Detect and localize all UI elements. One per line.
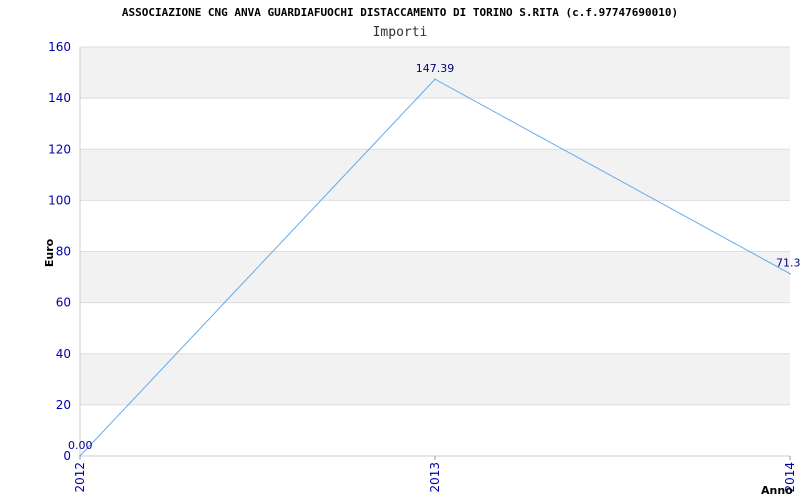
data-label: 0.00 (68, 439, 93, 452)
x-axis-title: Anno (761, 484, 793, 497)
y-tick-label: 140 (48, 91, 71, 105)
plot-band (80, 404, 790, 456)
data-label: 71.31 (776, 257, 800, 270)
plot-band (80, 98, 790, 150)
y-tick-label: 80 (56, 245, 71, 259)
y-tick-label: 120 (48, 142, 71, 156)
y-tick-label: 40 (56, 347, 71, 361)
y-tick-label: 60 (56, 296, 71, 310)
plot-band (80, 149, 790, 201)
y-tick-label: 100 (48, 193, 71, 207)
y-tick-label: 160 (48, 40, 71, 54)
data-label: 147.39 (416, 62, 455, 75)
plot-band (80, 353, 790, 405)
plot-band (80, 251, 790, 303)
y-axis-title: Euro (43, 238, 56, 267)
y-tick-label: 20 (56, 398, 71, 412)
x-tick-label: 2012 (73, 462, 87, 493)
data-point (789, 272, 791, 275)
x-tick-labels: 2012 2013 2014 (73, 456, 797, 493)
data-point (434, 78, 436, 81)
line-chart: 020406080100120140160 2012 2013 2014 0.001… (43, 40, 800, 497)
x-tick-label: 2013 (428, 462, 442, 493)
plot-band (80, 200, 790, 252)
data-point (79, 455, 81, 457)
plot-band (80, 302, 790, 354)
